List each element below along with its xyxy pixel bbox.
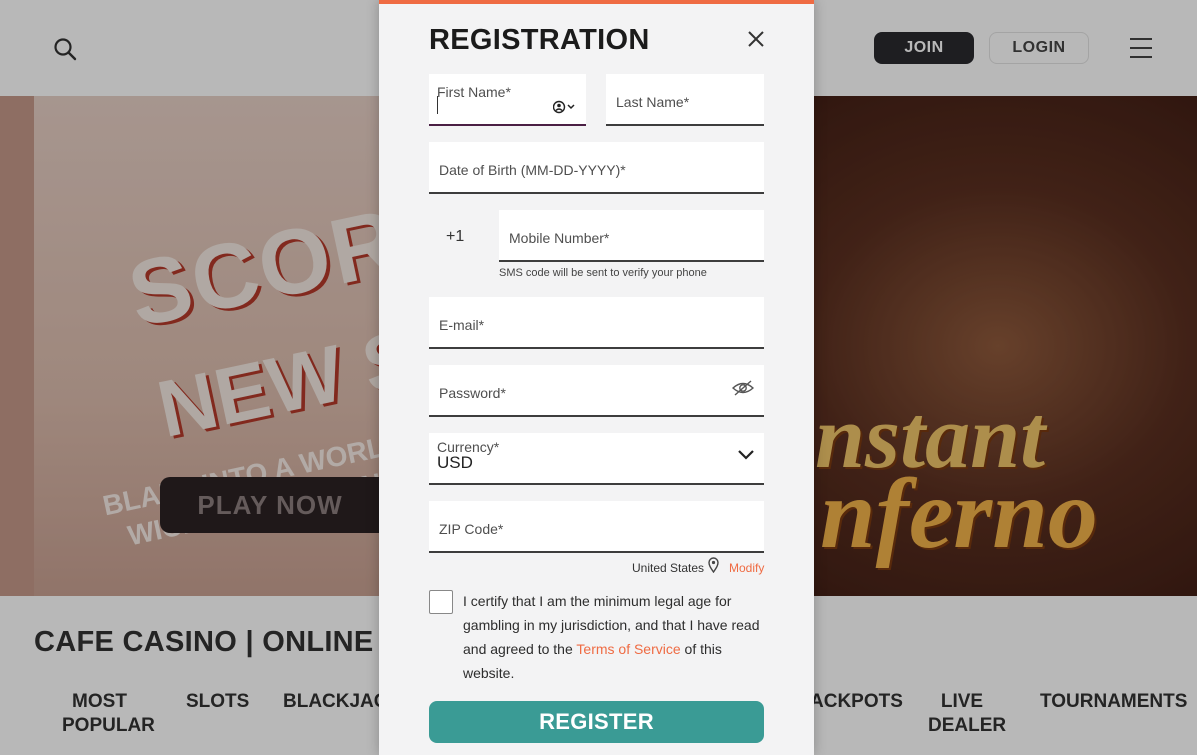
dob-field[interactable]: Date of Birth (MM-DD-YYYY)* (429, 142, 764, 194)
zip-label: ZIP Code* (439, 521, 504, 537)
login-button[interactable]: LOGIN (989, 32, 1089, 64)
mobile-number-field[interactable]: Mobile Number* (499, 210, 764, 262)
mobile-label: Mobile Number* (509, 230, 610, 246)
text-caret (437, 96, 438, 114)
hero-edge (0, 96, 34, 596)
sms-hint: SMS code will be sent to verify your pho… (499, 267, 707, 279)
show-password-icon[interactable] (732, 379, 754, 397)
hero-game-logo-2: nferno (820, 458, 1098, 569)
last-name-label: Last Name* (616, 94, 690, 110)
email-field[interactable]: E-mail* (429, 297, 764, 349)
terms-of-service-link[interactable]: Terms of Service (576, 641, 680, 657)
close-icon[interactable] (747, 30, 765, 48)
hamburger-menu-icon[interactable] (1130, 38, 1152, 58)
category-blackjack[interactable]: BLACKJACK (283, 690, 401, 714)
chevron-down-icon (738, 450, 754, 460)
category-live-dealer[interactable]: LIVE DEALER (928, 690, 1006, 738)
zip-code-field[interactable]: ZIP Code* (429, 501, 764, 553)
password-field[interactable]: Password* (429, 365, 764, 417)
modify-location-link[interactable]: Modify (729, 561, 764, 575)
country-text: United States (632, 561, 705, 575)
register-button[interactable]: REGISTER (429, 701, 764, 743)
category-most-popular[interactable]: MOST POPULAR (62, 690, 155, 738)
first-name-label: First Name* (437, 84, 511, 100)
autofill-contact-icon[interactable] (553, 100, 579, 114)
category-slots[interactable]: SLOTS (186, 690, 249, 714)
location-pin-icon (708, 557, 719, 573)
phone-country-prefix[interactable]: +1 (446, 228, 464, 246)
age-certification-text: I certify that I am the minimum legal ag… (463, 593, 760, 681)
category-tournaments[interactable]: TOURNAMENTS (1040, 690, 1187, 714)
registration-modal: REGISTRATION First Name* Last Name* Date… (379, 0, 814, 755)
join-button[interactable]: JOIN (874, 32, 974, 64)
category-jackpots[interactable]: ACKPOTS (810, 690, 903, 714)
modal-title: REGISTRATION (429, 24, 650, 56)
search-icon[interactable] (53, 37, 77, 61)
first-name-field[interactable]: First Name* (429, 74, 586, 126)
currency-select[interactable]: Currency* USD (429, 433, 764, 485)
last-name-field[interactable]: Last Name* (606, 74, 764, 126)
email-label: E-mail* (439, 317, 485, 333)
dob-label: Date of Birth (MM-DD-YYYY)* (439, 162, 626, 178)
password-label: Password* (439, 385, 506, 401)
age-certify-checkbox[interactable] (429, 590, 453, 614)
currency-value: USD (437, 453, 473, 472)
